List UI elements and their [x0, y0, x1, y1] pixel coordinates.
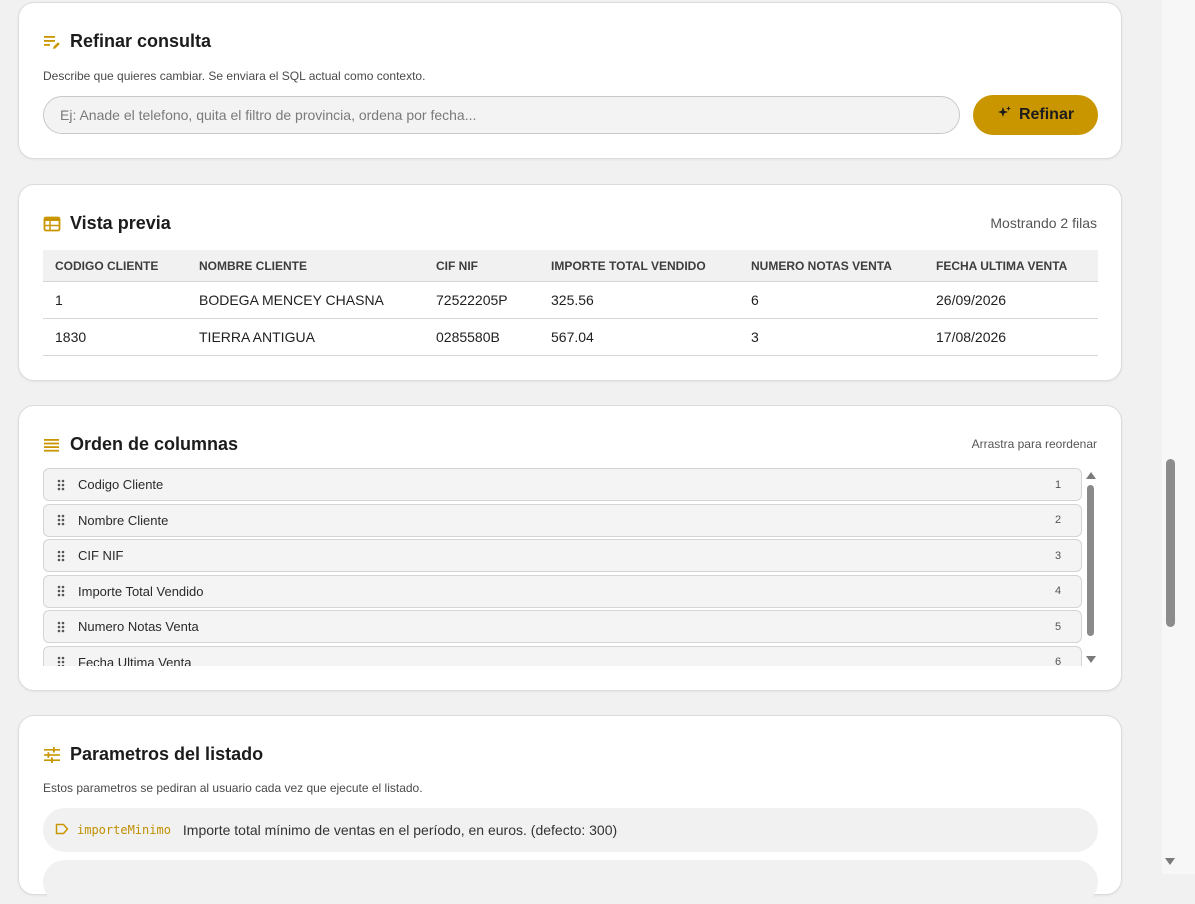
drag-handle-icon[interactable]	[44, 479, 78, 491]
column-header[interactable]: FECHA ULTIMA VENTA	[924, 250, 1098, 282]
table-cell: BODEGA MENCEY CHASNA	[187, 281, 424, 319]
table-icon	[43, 215, 61, 233]
params-title: Parametros del listado	[70, 744, 264, 764]
column-order-item[interactable]: Fecha Ultima Venta 6	[43, 645, 1082, 667]
edit-notes-icon	[43, 33, 61, 51]
column-order-index: 6	[1055, 656, 1062, 666]
column-order-label: Nombre Cliente	[78, 512, 169, 528]
drag-handle-icon[interactable]	[44, 621, 78, 633]
params-description: Estos parametros se pediran al usuario c…	[43, 781, 423, 795]
refine-button-label: Refinar	[1018, 106, 1075, 123]
column-order-item[interactable]: Importe Total Vendido 4	[43, 574, 1082, 608]
column-order-label: CIF NIF	[78, 548, 124, 563]
column-header[interactable]: NOMBRE CLIENTE	[187, 250, 424, 282]
preview-row-count: Mostrando 2 filas	[990, 215, 1097, 231]
param-item[interactable]: importeMinimo Importe total mínimo de ve…	[43, 808, 1098, 852]
page-scrollbar[interactable]	[1162, 0, 1195, 874]
column-order-label: Importe Total Vendido	[78, 583, 204, 599]
column-order-item[interactable]: Nombre Cliente 2	[43, 503, 1082, 537]
preview-header: Vista previa	[43, 213, 171, 234]
table-row: 1 BODEGA MENCEY CHASNA 72522205P 325.56 …	[43, 281, 1098, 319]
drag-handle-icon[interactable]	[44, 656, 78, 666]
column-order-index: 3	[1055, 549, 1062, 562]
table-cell: 0285580B	[424, 318, 539, 356]
drag-handle-icon[interactable]	[44, 514, 78, 526]
table-row: 1830 TIERRA ANTIGUA 0285580B 567.04 3 17…	[43, 318, 1098, 356]
column-list-scrollbar[interactable]	[1085, 468, 1097, 668]
column-order-label: Fecha Ultima Venta	[78, 654, 192, 667]
table-cell: 1830	[43, 318, 187, 356]
column-order-item[interactable]: Codigo Cliente 1	[43, 468, 1082, 501]
refine-button[interactable]: Refinar	[973, 95, 1098, 135]
table-cell: 72522205P	[424, 281, 539, 319]
refine-card: Refinar consulta Describe que quieres ca…	[18, 2, 1122, 159]
column-header[interactable]: CODIGO CLIENTE	[43, 250, 187, 282]
refine-input[interactable]	[43, 96, 960, 134]
refine-header: Refinar consulta	[43, 31, 211, 52]
param-description: Importe total mínimo de ventas en el per…	[182, 822, 618, 838]
preview-card: Vista previa Mostrando 2 filas CODIGO CL…	[18, 184, 1122, 381]
refine-description: Describe que quieres cambiar. Se enviara…	[43, 69, 426, 83]
column-order-card: Orden de columnas Arrastra para reordena…	[18, 405, 1122, 691]
column-order-index: 1	[1055, 478, 1062, 491]
table-cell: 325.56	[539, 281, 739, 319]
order-title: Orden de columnas	[70, 434, 239, 454]
column-order-item[interactable]: CIF NIF 3	[43, 539, 1082, 572]
params-header: Parametros del listado	[43, 744, 263, 765]
table-cell: 6	[739, 281, 924, 319]
list-lines-icon	[43, 436, 61, 454]
column-order-index: 4	[1055, 585, 1062, 597]
scroll-down-arrow-icon[interactable]	[1086, 656, 1096, 663]
param-name: importeMinimo	[77, 823, 171, 837]
column-order-item[interactable]: Numero Notas Venta 5	[43, 610, 1082, 643]
params-card: Parametros del listado Estos parametros …	[18, 715, 1122, 904]
page-scroll-down-arrow-icon[interactable]	[1165, 858, 1175, 865]
column-order-label: Codigo Cliente	[78, 477, 164, 492]
preview-header-row: CODIGO CLIENTE NOMBRE CLIENTE CIF NIF IM…	[43, 250, 1098, 282]
param-item-partial[interactable]	[43, 860, 1098, 904]
table-cell: 567.04	[539, 318, 739, 356]
table-cell: 1	[43, 281, 187, 319]
order-hint: Arrastra para reordenar	[971, 437, 1097, 451]
column-order-label: Numero Notas Venta	[78, 619, 199, 634]
drag-handle-icon[interactable]	[44, 585, 78, 597]
table-cell: TIERRA ANTIGUA	[187, 318, 424, 356]
column-header[interactable]: CIF NIF	[424, 250, 539, 282]
column-header[interactable]: IMPORTE TOTAL VENDIDO	[539, 250, 739, 282]
preview-title: Vista previa	[70, 213, 171, 233]
column-order-index: 2	[1055, 514, 1062, 526]
page-scrollbar-thumb[interactable]	[1166, 459, 1175, 627]
tune-icon	[43, 746, 61, 764]
drag-handle-icon[interactable]	[44, 550, 78, 562]
refine-title: Refinar consulta	[70, 31, 212, 51]
preview-table: CODIGO CLIENTE NOMBRE CLIENTE CIF NIF IM…	[43, 250, 1098, 356]
scroll-up-arrow-icon[interactable]	[1086, 472, 1096, 479]
tag-icon	[55, 822, 69, 838]
scrollbar-thumb[interactable]	[1087, 485, 1094, 636]
table-cell: 3	[739, 318, 924, 356]
table-cell: 17/08/2026	[924, 318, 1098, 356]
column-order-index: 5	[1055, 620, 1062, 633]
table-cell: 26/09/2026	[924, 281, 1098, 319]
column-header[interactable]: NUMERO NOTAS VENTA	[739, 250, 924, 282]
column-order-list[interactable]: Codigo Cliente 1 Nombre Cliente 2 CIF NI…	[43, 468, 1083, 666]
sparkle-icon	[997, 105, 1012, 125]
order-header: Orden de columnas	[43, 434, 238, 455]
